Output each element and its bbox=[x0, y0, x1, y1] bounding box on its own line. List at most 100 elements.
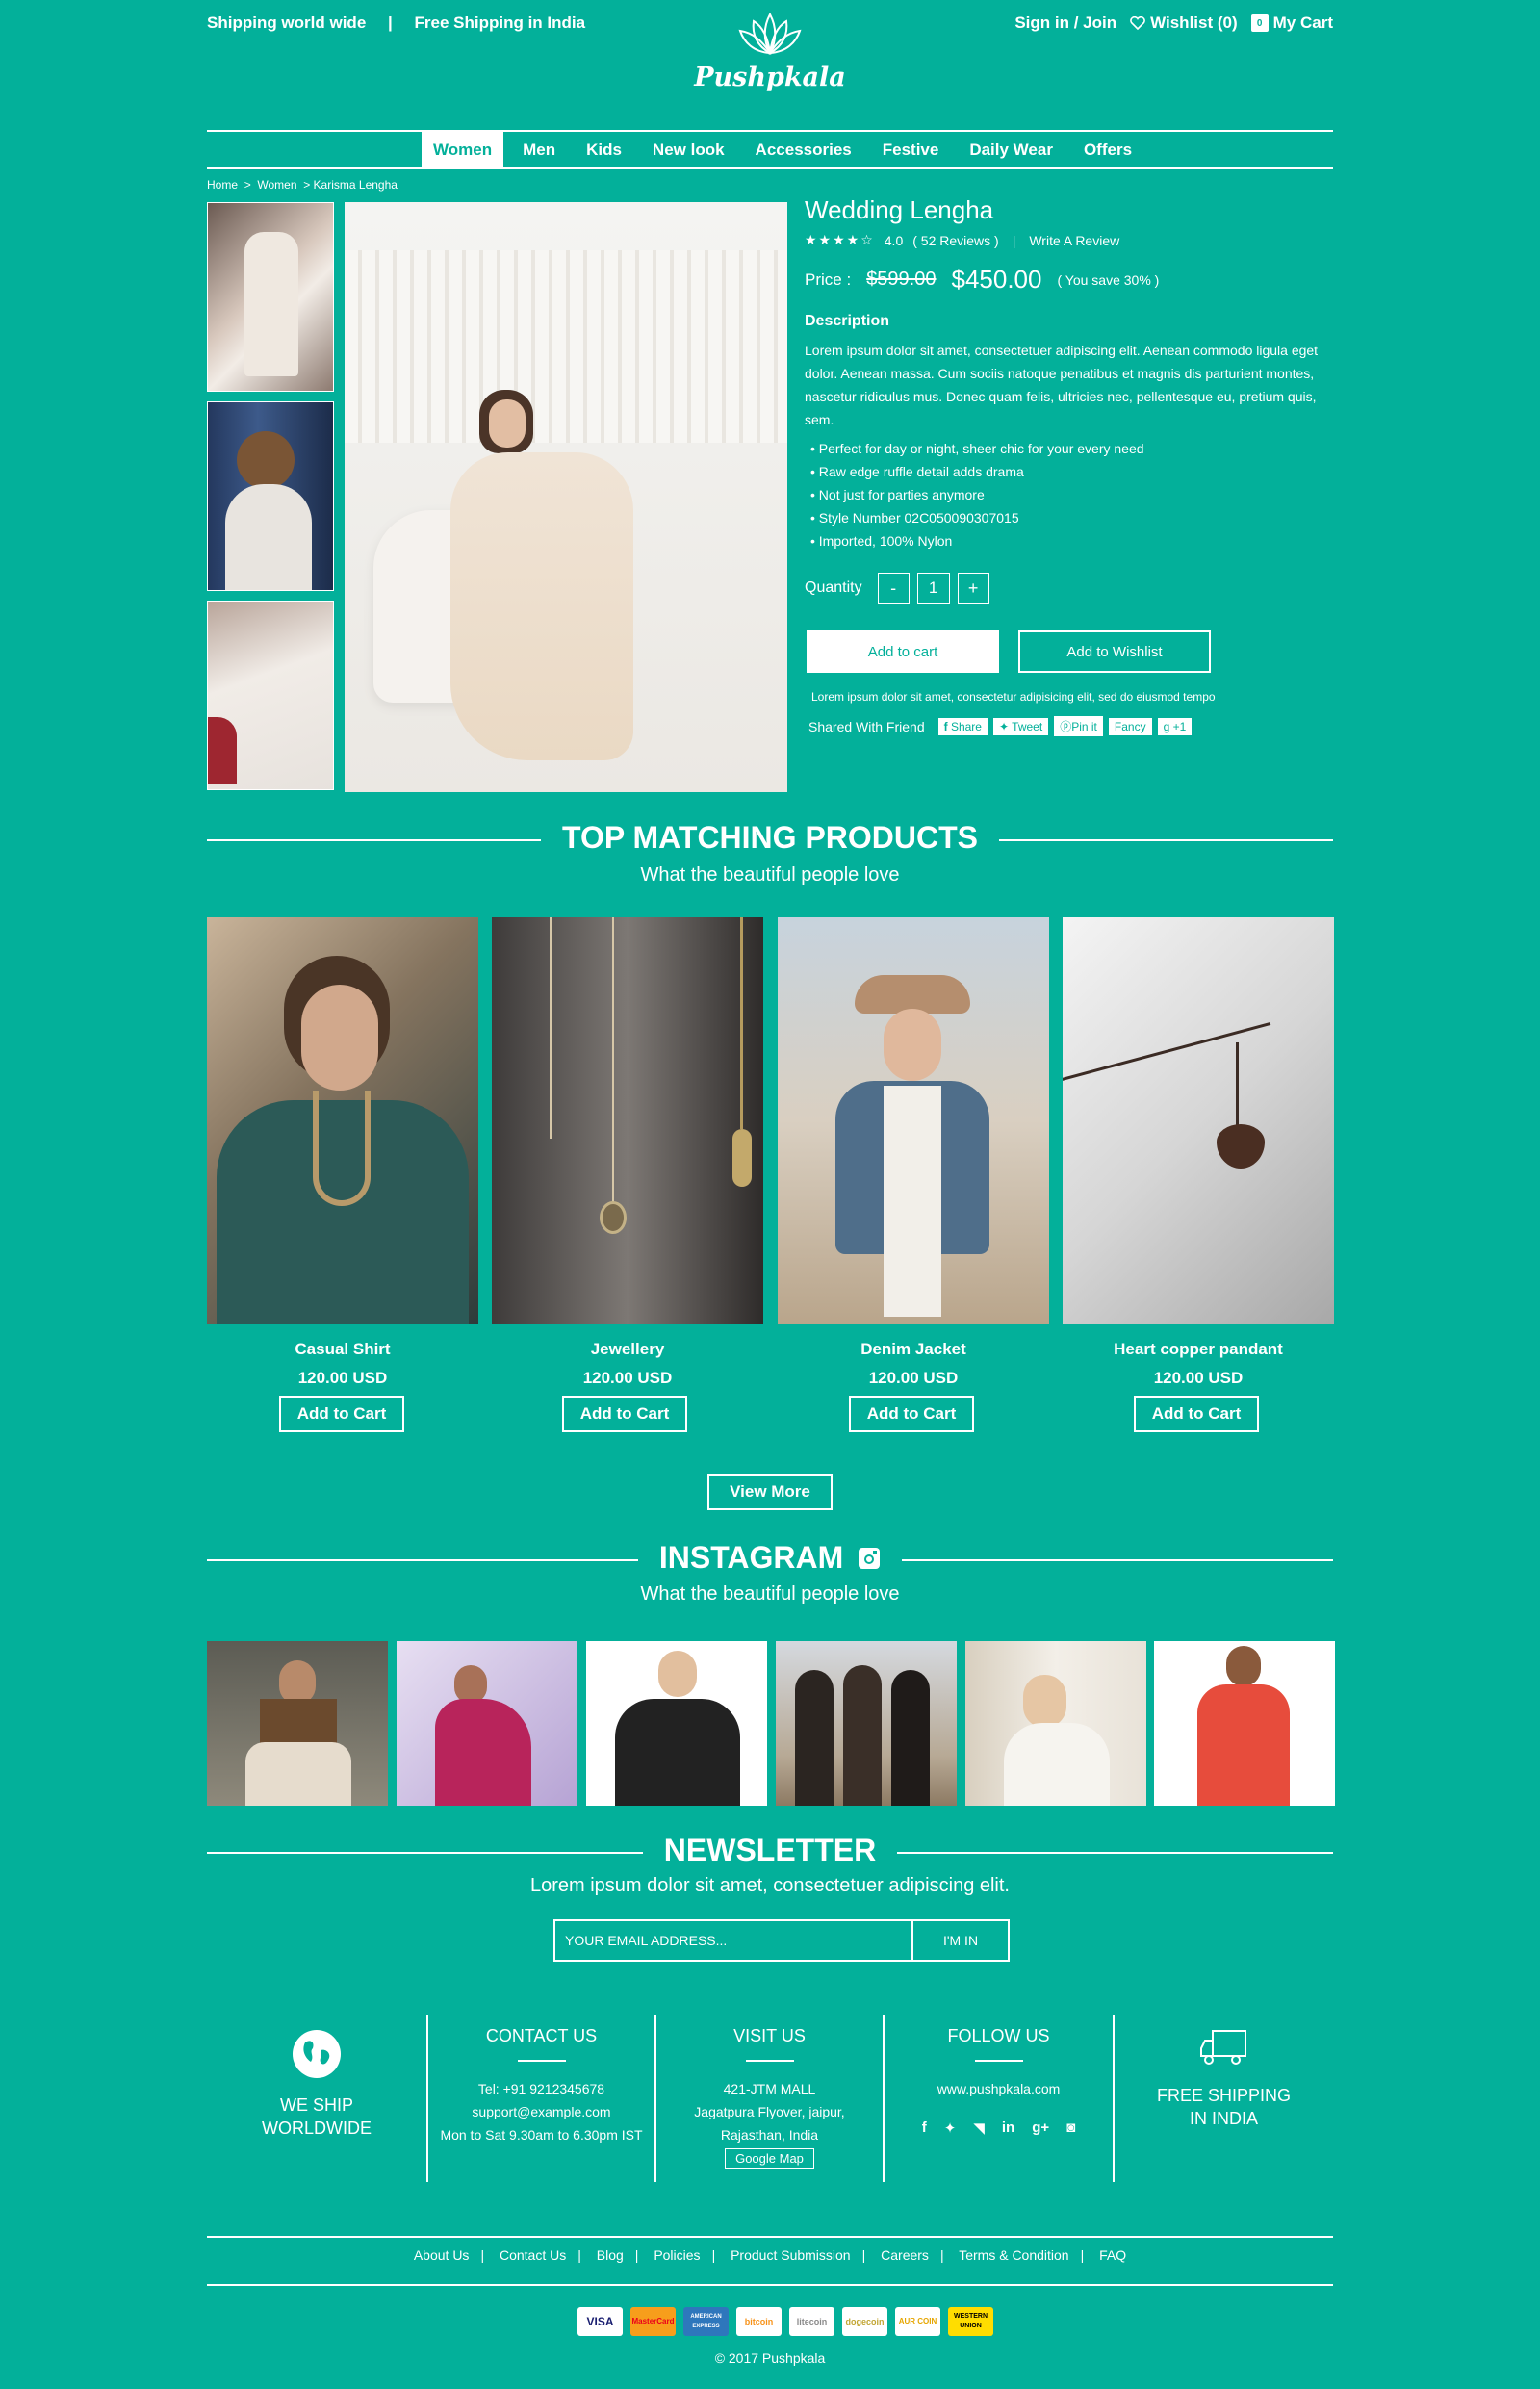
dogecoin-icon: dogecoin bbox=[842, 2307, 887, 2336]
contact-hours: Mon to Sat 9.30am to 6.30pm IST bbox=[440, 2127, 643, 2143]
breadcrumb-home[interactable]: Home bbox=[207, 178, 238, 192]
description-heading: Description bbox=[805, 313, 890, 329]
face-shape bbox=[884, 1009, 941, 1081]
pinterest-share-button[interactable]: ⓟPin it bbox=[1054, 716, 1103, 736]
model-face-shape bbox=[489, 399, 526, 448]
add-to-cart-button[interactable]: Add to Cart bbox=[562, 1396, 687, 1432]
add-to-cart-button[interactable]: Add to cart bbox=[807, 630, 999, 673]
google-plus-share-button[interactable]: g +1 bbox=[1157, 717, 1193, 735]
newsletter-email-input[interactable]: YOUR EMAIL ADDRESS... bbox=[553, 1919, 913, 1962]
star-rating: ★★★★☆ bbox=[805, 232, 875, 247]
footer-link-policies[interactable]: Policies bbox=[654, 2248, 700, 2263]
lotus-icon bbox=[738, 12, 802, 56]
main-nav: Women Men Kids New look Accessories Fest… bbox=[422, 131, 1151, 169]
cart-count: 0 bbox=[1256, 18, 1263, 29]
footer-link-product-submission[interactable]: Product Submission bbox=[731, 2248, 851, 2263]
write-review-link[interactable]: Write A Review bbox=[1029, 233, 1119, 248]
product-card-image-1[interactable] bbox=[207, 917, 478, 1324]
fancy-share-button[interactable]: Fancy bbox=[1108, 717, 1152, 735]
instagram-photo-1[interactable] bbox=[207, 1641, 388, 1806]
wishlist-link[interactable]: Wishlist (0) bbox=[1130, 13, 1238, 33]
instagram-photo-6[interactable] bbox=[1154, 1641, 1335, 1806]
product-card-image-2[interactable] bbox=[492, 917, 763, 1324]
chain-shape bbox=[740, 917, 743, 1129]
instagram-photo-5[interactable] bbox=[965, 1641, 1146, 1806]
breadcrumb-women[interactable]: Women bbox=[257, 178, 296, 192]
twitter-icon[interactable]: ✦ bbox=[944, 2119, 957, 2137]
feature-item: Perfect for day or night, sheer chic for… bbox=[805, 437, 1324, 460]
google-plus-icon: g bbox=[1163, 719, 1170, 733]
footer-link-careers[interactable]: Careers bbox=[881, 2248, 929, 2263]
quantity-input[interactable]: 1 bbox=[916, 573, 950, 604]
product-thumbnail-2[interactable] bbox=[207, 401, 334, 591]
contact-email[interactable]: support@example.com bbox=[428, 2100, 654, 2123]
matching-subtitle: What the beautiful people love bbox=[640, 864, 900, 886]
mastercard-icon: MasterCard bbox=[630, 2307, 676, 2336]
face-shape bbox=[454, 1665, 487, 1704]
instagram-icon[interactable]: ◙ bbox=[1066, 2119, 1075, 2137]
facebook-share-button[interactable]: f Share bbox=[937, 717, 988, 735]
product-name[interactable]: Jewellery bbox=[492, 1340, 763, 1359]
amex-icon: AMERICAN EXPRESS bbox=[683, 2307, 729, 2336]
matching-title: TOP MATCHING PRODUCTS bbox=[540, 820, 999, 856]
newsletter-section-header: NEWSLETTER bbox=[207, 1833, 1333, 1871]
nav-item-offers[interactable]: Offers bbox=[1072, 131, 1143, 169]
add-to-cart-button[interactable]: Add to Cart bbox=[849, 1396, 974, 1432]
linkedin-icon[interactable]: in bbox=[1002, 2119, 1014, 2137]
reviews-count[interactable]: ( 52 Reviews ) bbox=[912, 233, 998, 248]
footer-link-contact[interactable]: Contact Us bbox=[500, 2248, 566, 2263]
product-name[interactable]: Denim Jacket bbox=[778, 1340, 1049, 1359]
view-more-button[interactable]: View More bbox=[707, 1474, 833, 1510]
add-to-wishlist-button[interactable]: Add to Wishlist bbox=[1018, 630, 1211, 673]
quantity-minus-button[interactable]: - bbox=[877, 573, 910, 604]
rating-value: 4.0 bbox=[884, 232, 904, 248]
nav-item-kids[interactable]: Kids bbox=[575, 131, 633, 169]
shipping-world-text: Shipping world wide bbox=[207, 13, 367, 32]
nav-item-festive[interactable]: Festive bbox=[871, 131, 951, 169]
face-shape bbox=[658, 1651, 697, 1697]
nav-item-daily-wear[interactable]: Daily Wear bbox=[958, 131, 1065, 169]
footer-link-about[interactable]: About Us bbox=[414, 2248, 470, 2263]
instagram-icon[interactable] bbox=[858, 1547, 881, 1570]
twitter-share-button[interactable]: ✦ Tweet bbox=[992, 717, 1049, 735]
product-main-image[interactable] bbox=[345, 202, 787, 792]
footer-link-terms[interactable]: Terms & Condition bbox=[959, 2248, 1068, 2263]
dress-shape bbox=[1004, 1723, 1110, 1806]
product-name[interactable]: Casual Shirt bbox=[207, 1340, 478, 1359]
site-logo[interactable]: Pushpkala bbox=[674, 10, 866, 92]
follow-url[interactable]: www.pushpkala.com bbox=[885, 2077, 1113, 2100]
sign-in-link[interactable]: Sign in / Join bbox=[1014, 13, 1116, 33]
rss-icon[interactable]: ◥ bbox=[973, 2119, 985, 2137]
newsletter-submit-button[interactable]: I'M IN bbox=[911, 1919, 1010, 1962]
footer-link-blog[interactable]: Blog bbox=[597, 2248, 624, 2263]
google-map-button[interactable]: Google Map bbox=[725, 2148, 814, 2169]
product-name[interactable]: Heart copper pandant bbox=[1063, 1340, 1334, 1359]
product-price-value: 120.00 USD bbox=[1153, 1369, 1244, 1387]
feature-item: Imported, 100% Nylon bbox=[805, 529, 1324, 552]
facebook-icon[interactable]: f bbox=[922, 2119, 927, 2137]
visit-title: VISIT US bbox=[733, 2026, 806, 2045]
follow-title: FOLLOW US bbox=[947, 2026, 1050, 2045]
footer-link-faq[interactable]: FAQ bbox=[1099, 2248, 1126, 2263]
feature-item: Raw edge ruffle detail adds drama bbox=[805, 460, 1324, 483]
nav-item-women[interactable]: Women bbox=[422, 131, 504, 169]
quantity-plus-button[interactable]: + bbox=[957, 573, 989, 604]
instagram-photo-4[interactable] bbox=[776, 1641, 957, 1806]
product-card-image-4[interactable] bbox=[1063, 917, 1334, 1324]
nav-item-men[interactable]: Men bbox=[511, 131, 567, 169]
nav-item-new-look[interactable]: New look bbox=[641, 131, 736, 169]
product-card-image-3[interactable] bbox=[778, 917, 1049, 1324]
visit-line2: Jagatpura Flyover, jaipur, bbox=[694, 2104, 845, 2119]
google-plus-icon[interactable]: g+ bbox=[1032, 2119, 1049, 2137]
chain-shape bbox=[1063, 1021, 1271, 1086]
cart-link[interactable]: 0 My Cart bbox=[1250, 13, 1333, 33]
footer-links-top-divider bbox=[207, 2236, 1333, 2238]
add-to-cart-button[interactable]: Add to Cart bbox=[1134, 1396, 1259, 1432]
product-price: Price : $599.00 $450.00 ( You save 30% ) bbox=[805, 265, 1324, 295]
instagram-photo-2[interactable] bbox=[397, 1641, 578, 1806]
product-thumbnail-3[interactable] bbox=[207, 601, 334, 790]
instagram-photo-3[interactable] bbox=[586, 1641, 767, 1806]
nav-item-accessories[interactable]: Accessories bbox=[744, 131, 863, 169]
product-thumbnail-1[interactable] bbox=[207, 202, 334, 392]
add-to-cart-button[interactable]: Add to Cart bbox=[279, 1396, 404, 1432]
